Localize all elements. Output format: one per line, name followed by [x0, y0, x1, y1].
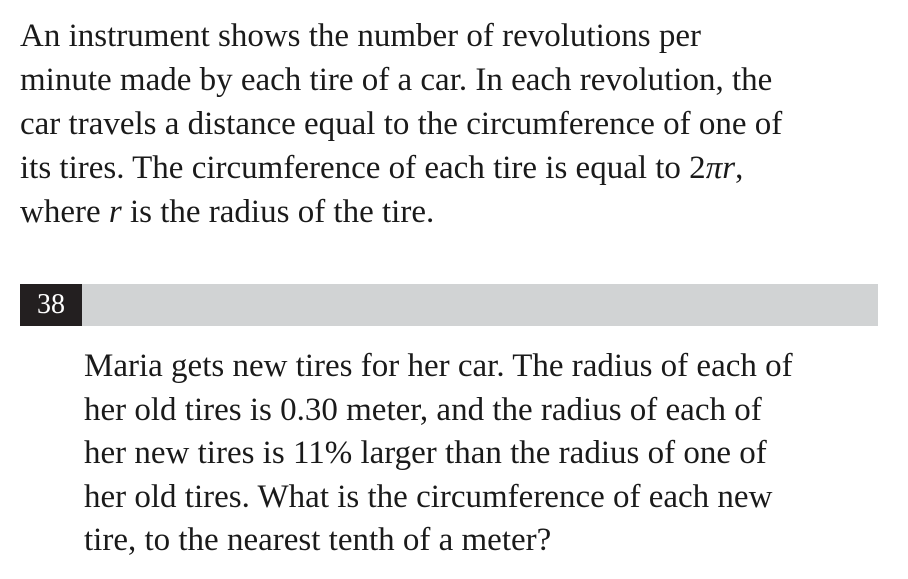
question-number: 38	[20, 284, 82, 326]
intro-line-4-end: ,	[735, 150, 744, 186]
intro-line-1: An instrument shows the number of revolu…	[20, 18, 701, 54]
formula-pi-r: πr	[705, 150, 736, 186]
intro-paragraph: An instrument shows the number of revolu…	[20, 14, 890, 234]
variable-r: r	[108, 194, 122, 230]
question-line-2: her old tires is 0.30 meter, and the rad…	[84, 391, 762, 428]
intro-line-2: minute made by each tire of a car. In ea…	[20, 62, 773, 98]
intro-line-4: its tires. The circumference of each tir…	[20, 146, 890, 190]
intro-line-4-text: its tires. The circumference of each tir…	[20, 150, 706, 186]
question-header-bar: 38	[20, 284, 878, 326]
question-line-1: Maria gets new tires for her car. The ra…	[84, 348, 793, 384]
question-text: Maria gets new tires for her car. The ra…	[84, 345, 894, 563]
intro-line-5-start: where	[20, 194, 109, 230]
intro-line-5: where r is the radius of the tire.	[20, 190, 890, 234]
intro-line-5-end: is the radius of the tire.	[121, 194, 435, 230]
question-line-4: her old tires. What is the circumference…	[84, 478, 773, 515]
intro-line-3: car travels a distance equal to the circ…	[20, 106, 783, 142]
question-line-5: tire, to the nearest tenth of a meter?	[84, 522, 552, 558]
question-line-3: her new tires is 11% larger than the rad…	[84, 435, 767, 471]
